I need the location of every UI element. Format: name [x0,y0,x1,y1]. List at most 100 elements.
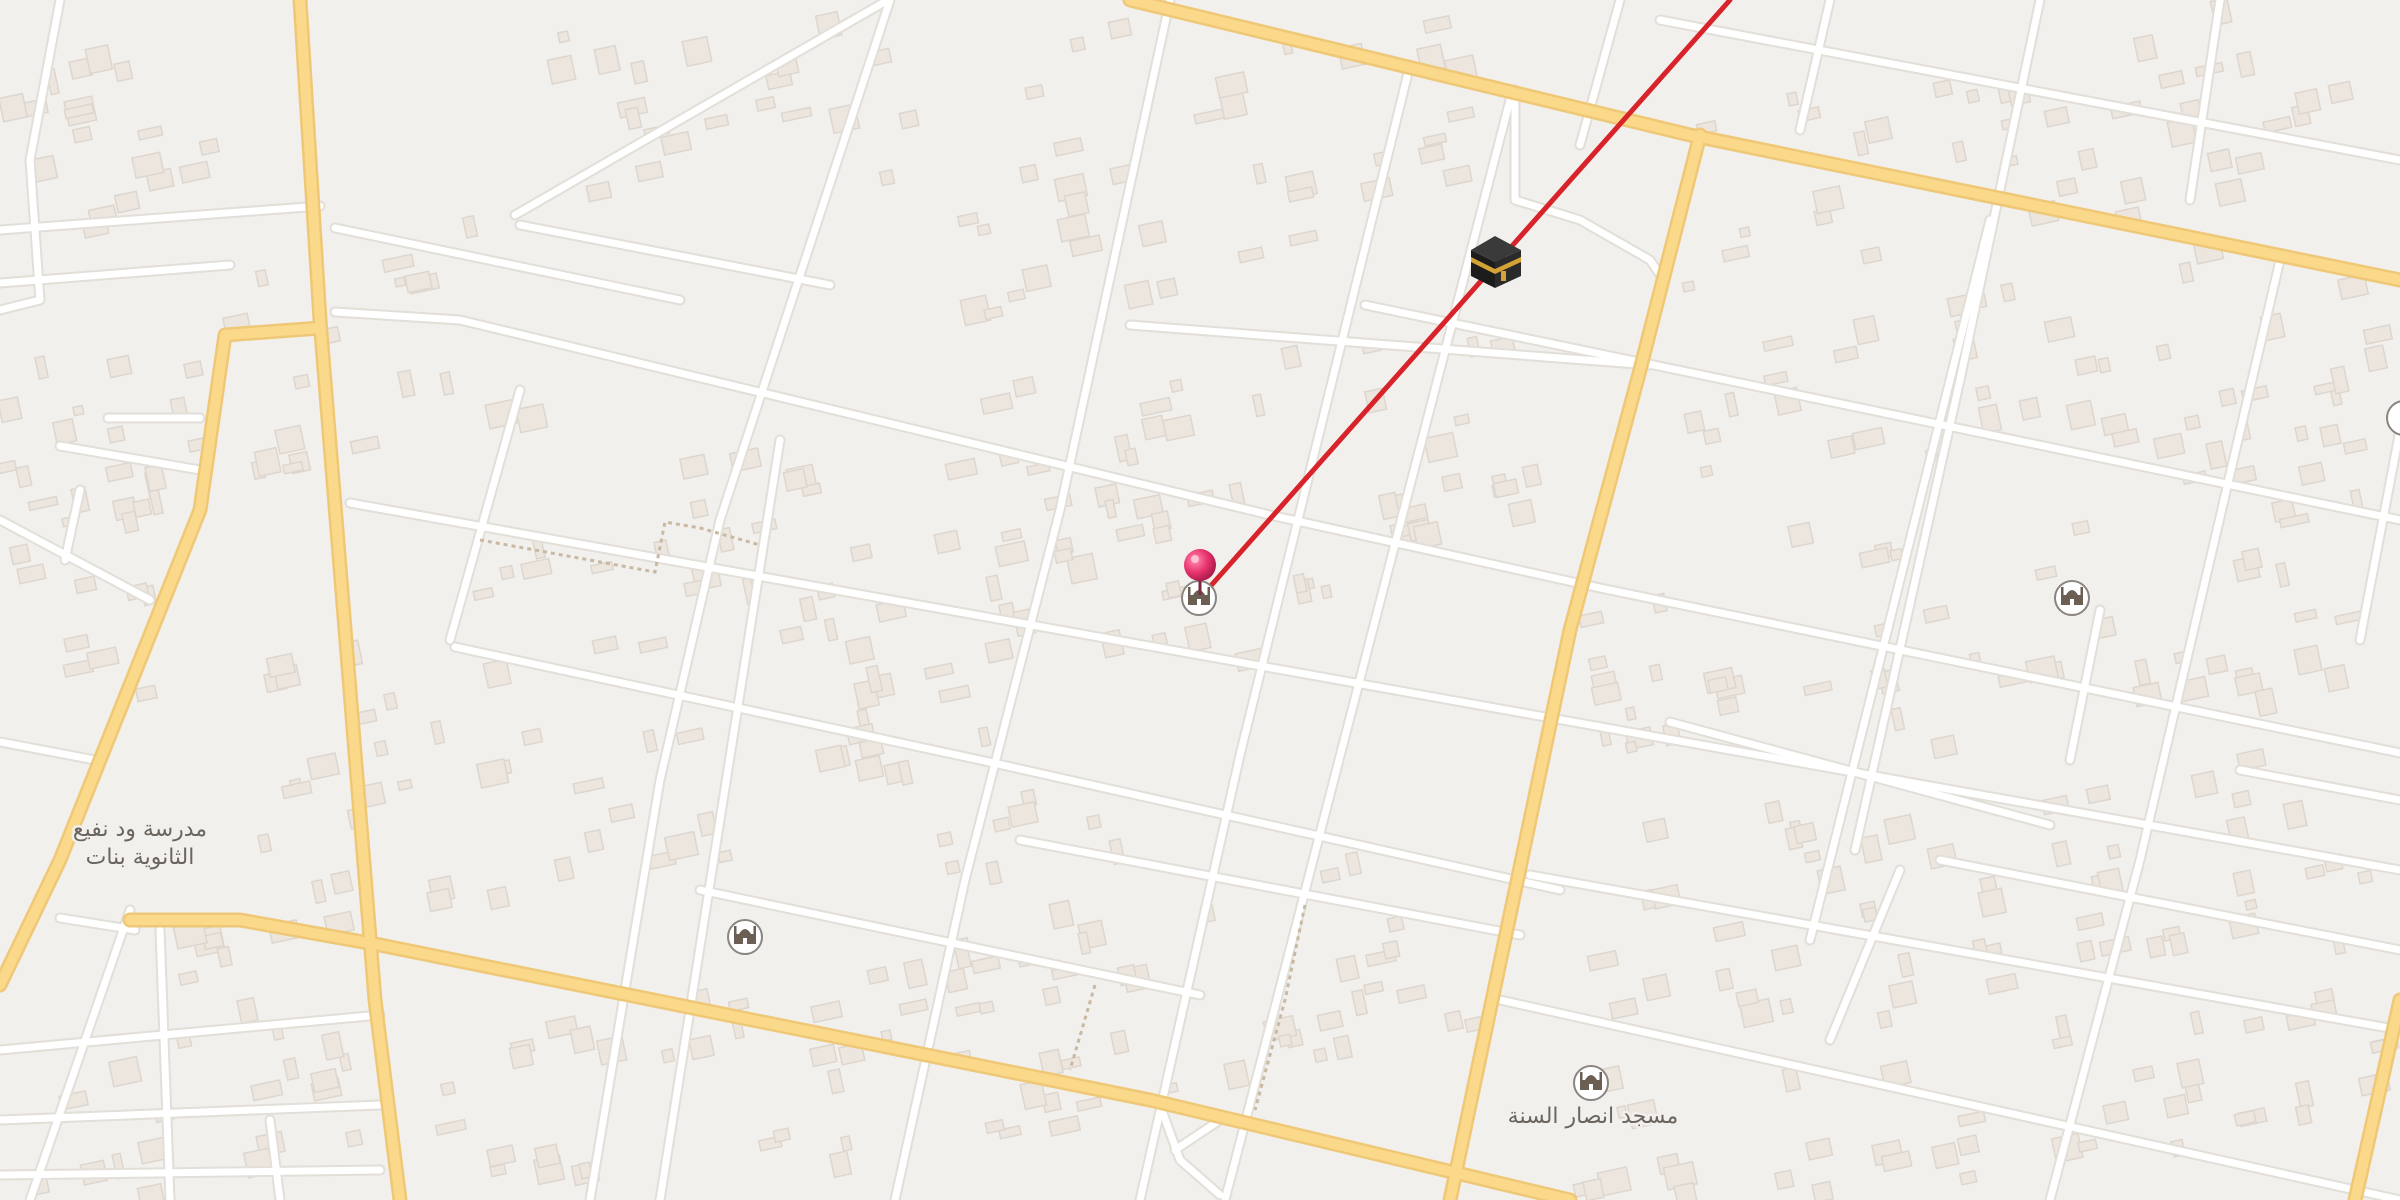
building [1876,1009,1894,1030]
building [1716,695,1740,717]
building [309,1067,340,1094]
building [1642,817,1670,844]
building [1779,997,1795,1016]
building [1860,246,1883,265]
building [2000,282,2016,303]
building [292,373,311,390]
building [382,691,399,712]
building [1883,813,1917,846]
building [1958,1169,1978,1186]
building [556,30,571,44]
map-canvas[interactable]: مدرسة ود نفيع الثانوية بنات مسجد انصار ا… [0,0,2400,1200]
building [71,404,85,417]
building [2106,843,2122,860]
building [936,831,954,848]
building [678,453,709,480]
building [1423,431,1459,464]
building [1453,413,1471,427]
building [814,744,846,773]
mosque-poi-ansar-alsunna[interactable] [1573,1065,1609,1101]
building [1683,409,1706,435]
mosque-poi-west[interactable] [727,919,763,955]
building [976,223,992,237]
school-label-line2: الثانوية بنات [86,845,195,870]
building [1123,279,1154,310]
building [1699,464,1714,479]
building [2240,547,2263,572]
building [772,1127,792,1144]
building [1335,954,1361,983]
building [2155,343,2172,362]
building [2071,519,2091,537]
building [1826,434,1856,459]
building [2205,654,2229,676]
building [2294,424,2309,443]
building [1792,821,1818,845]
building [569,1025,596,1055]
building [1123,447,1140,467]
building [866,966,890,985]
building [253,446,282,478]
building [1312,1047,1329,1064]
building [1140,414,1167,441]
mosque-label-ansar-alsunna[interactable]: مسجد انصار السنة [1505,1102,1681,1132]
building [1930,734,1959,760]
mosque-poi-east[interactable] [2054,580,2090,616]
building [396,778,413,792]
building [1018,163,1040,184]
building [2190,770,2219,799]
building [839,1134,853,1153]
building [849,543,873,563]
building [2323,663,2350,693]
building [1811,185,1845,215]
building [1169,378,1184,394]
building [878,168,896,187]
building [2097,356,2112,374]
building [2132,33,2158,63]
building [2018,396,2042,421]
building [344,1128,364,1148]
building [1773,1169,1795,1191]
building [1863,115,1894,145]
building [274,424,306,455]
building [1581,1177,1605,1200]
building [2363,344,2389,373]
building [393,276,407,288]
building [254,268,270,288]
building [1280,344,1302,371]
building [2294,1103,2313,1127]
building [1624,706,1637,722]
building [1770,944,1802,972]
building [2297,461,2326,487]
building [113,190,141,214]
building [2102,1100,2130,1125]
building [1624,740,1638,754]
building [1069,36,1087,53]
building [1702,427,1722,446]
building [2319,423,2342,448]
building [1440,472,1464,493]
building [425,887,454,913]
building [1183,622,1212,653]
building [498,564,515,581]
building [1648,663,1664,683]
building [1786,521,1815,549]
building [1085,814,1102,831]
building [1443,1009,1465,1032]
building [132,498,153,519]
building [593,44,622,76]
building [2076,939,2096,963]
building [2162,1093,2190,1119]
building [2183,414,2202,431]
building [1048,899,1075,930]
building [1063,191,1090,218]
building [828,1150,853,1179]
building [944,859,962,876]
building [106,354,133,379]
building [2145,934,2167,959]
building [663,830,700,862]
building [1012,375,1037,398]
building [1810,1180,1835,1200]
building [51,417,78,446]
building [1956,1134,1981,1157]
